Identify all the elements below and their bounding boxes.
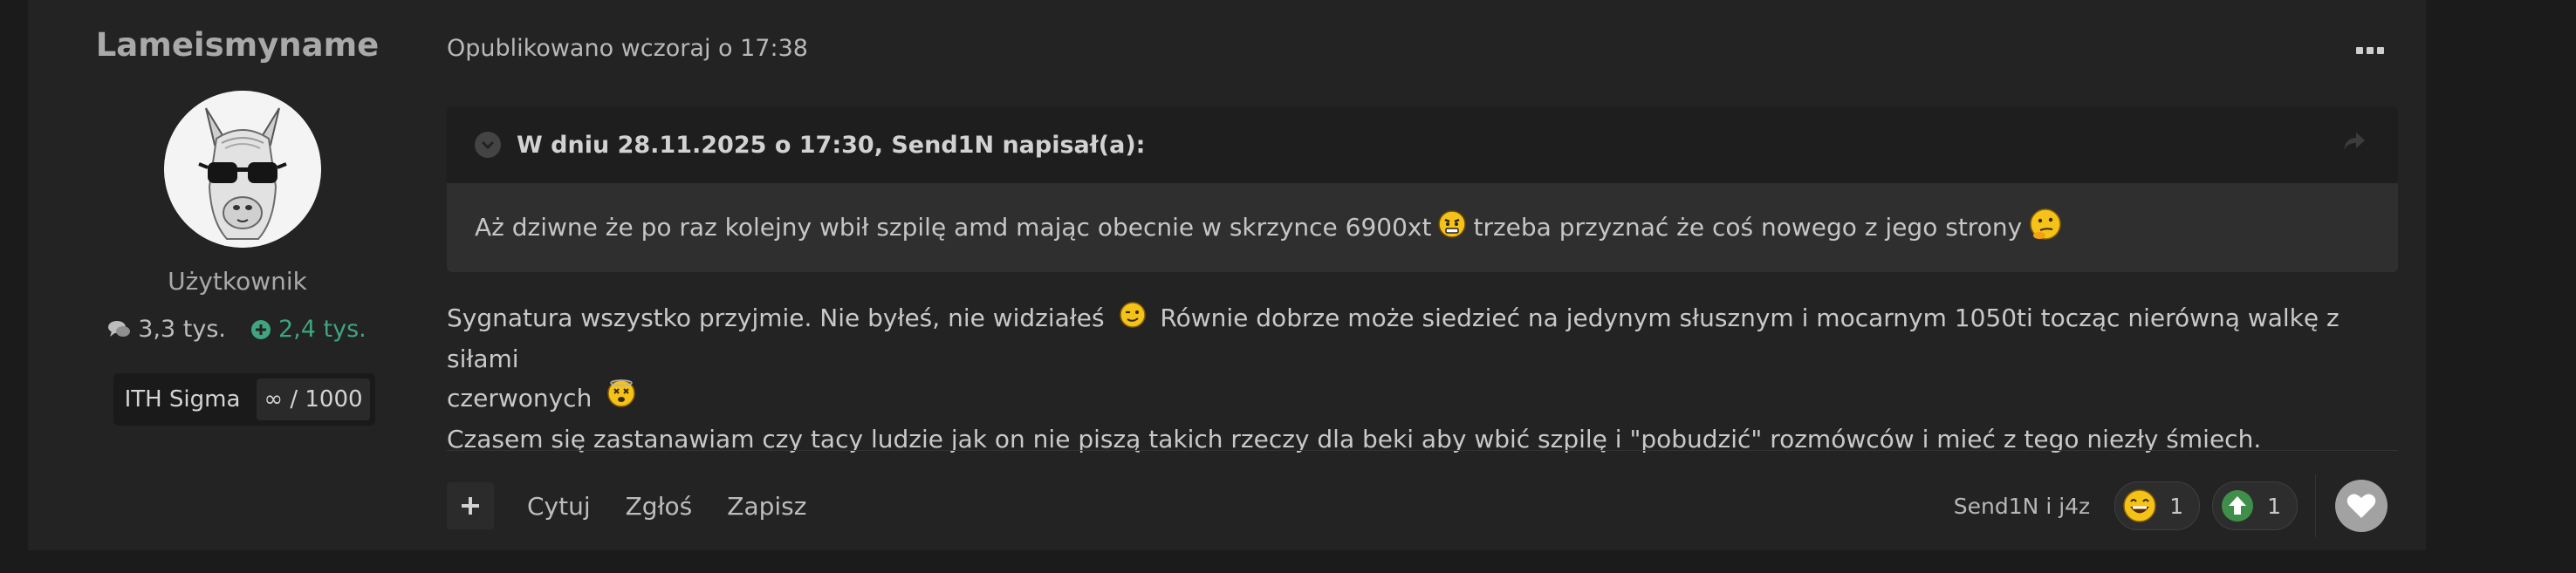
post-content: Sygnatura wszystko przyjmie. Nie byłeś, … (447, 298, 2398, 459)
save-button[interactable]: Zapisz (727, 492, 806, 521)
post-text-segment: czerwonych (447, 383, 593, 413)
quote-button[interactable]: Cytuj (527, 492, 591, 521)
comments-icon (108, 320, 131, 337)
quote-text: Aż dziwne że po raz kolejny wbił szpilę … (447, 183, 2398, 271)
heart-icon (2346, 494, 2376, 518)
badge-name: ITH Sigma (124, 386, 241, 413)
avatar[interactable] (164, 91, 321, 248)
post-count-value: 3,3 tys. (138, 316, 226, 343)
quote-block: W dniu 28.11.2025 o 17:30, Send1N napisa… (447, 106, 2398, 272)
author-rank: Użytkownik (168, 267, 307, 296)
author-panel: Lameismyname Użytkownik 3,3 tys. 2,4 tys… (28, 0, 447, 550)
post-count: 3,3 tys. (108, 316, 226, 343)
quote-text-part2: trzeba przyznać że coś nowego z jego str… (1473, 213, 2023, 242)
author-stats: 3,3 tys. 2,4 tys. (28, 316, 447, 343)
ellipsis-icon (2356, 47, 2384, 54)
reaction-upvote-count: 1 (2267, 493, 2281, 519)
more-options-button[interactable] (2349, 30, 2391, 72)
quote-collapse-toggle[interactable] (475, 132, 501, 158)
reaction-laugh[interactable]: 1 (2114, 481, 2201, 530)
chevron-down-icon (481, 140, 495, 149)
post-line-3: Czasem się zastanawiam czy tacy ludzie j… (447, 425, 2262, 454)
thinking-face-emoji-icon (2029, 208, 2062, 247)
post-text-segment: Sygnatura wszystko przyjmie. Nie byłeś, … (447, 304, 1105, 332)
reaction-laugh-count: 1 (2169, 493, 2184, 519)
reputation-value: 2,4 tys. (278, 316, 367, 343)
divider (447, 450, 2398, 451)
post-line-1: Sygnatura wszystko przyjmie. Nie byłeś, … (447, 298, 2398, 379)
separator (2315, 474, 2316, 537)
upvote-icon (2222, 490, 2254, 522)
report-button[interactable]: Zgłoś (626, 492, 693, 521)
reaction-users[interactable]: Send1N i j4z (1954, 494, 2090, 519)
post-date[interactable]: Opublikowano wczoraj o 17:38 (447, 35, 808, 62)
post-actions: Cytuj Zgłoś Zapisz Send1N i j4z 1 1 (447, 474, 2398, 537)
dizzy-face-emoji-icon (606, 379, 636, 420)
achievement-badge[interactable]: ITH Sigma ∞ / 1000 (113, 373, 375, 426)
post-card: Lameismyname Użytkownik 3,3 tys. 2,4 tys… (28, 0, 2426, 550)
multiquote-button[interactable] (447, 482, 494, 529)
react-button[interactable] (2335, 480, 2388, 532)
llama-avatar-icon (164, 91, 321, 248)
author-name[interactable]: Lameismyname (28, 26, 447, 64)
quote-header: W dniu 28.11.2025 o 17:30, Send1N napisa… (447, 106, 2398, 183)
plus-icon (462, 497, 479, 515)
reaction-upvote[interactable]: 1 (2212, 481, 2298, 530)
share-arrow-icon (2344, 133, 2365, 150)
laugh-emoji-icon (2123, 489, 2156, 522)
quote-text-part1: Aż dziwne że po raz kolejny wbił szpilę … (475, 213, 1432, 242)
plus-circle-icon (251, 319, 271, 339)
reputation: 2,4 tys. (250, 316, 367, 343)
badge-value: ∞ / 1000 (257, 379, 370, 420)
angry-face-emoji-icon (1438, 210, 1467, 244)
post-line-2: czerwonych (447, 379, 2398, 420)
quote-citation: W dniu 28.11.2025 o 17:30, Send1N napisa… (517, 131, 1146, 159)
quote-share-button[interactable] (2342, 131, 2367, 158)
wink-emoji-icon (1119, 300, 1146, 339)
